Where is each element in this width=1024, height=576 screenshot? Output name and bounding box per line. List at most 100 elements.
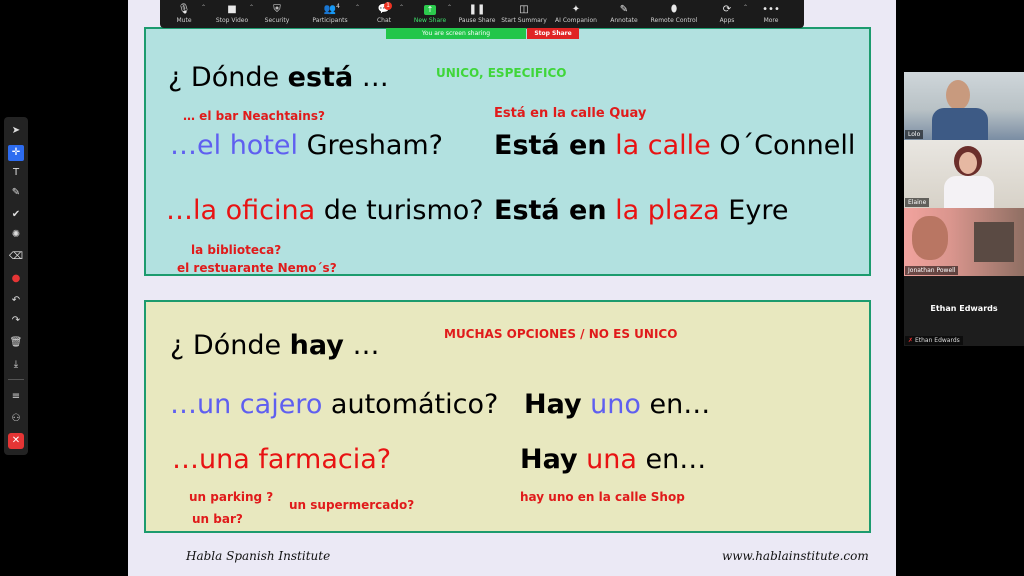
stamp-check-icon[interactable]: ✔ [8, 207, 24, 223]
video-camera-icon: ■ [227, 4, 237, 15]
question-bold: está [287, 62, 354, 93]
toolbar-label: Participants [312, 17, 348, 24]
redo-icon[interactable]: ↷ [8, 313, 24, 329]
participant-shirt [944, 176, 994, 208]
section-hay: ¿ Dónde hay … MUCHAS OPCIONES / NO ES UN… [144, 300, 871, 533]
toolbar-label: Annotate [610, 17, 638, 24]
question-suffix: … [353, 62, 389, 93]
menu-icon[interactable]: ≡ [8, 389, 24, 405]
uno-text: uno [581, 389, 641, 420]
vanishing-pen-icon[interactable]: ✺ [8, 227, 24, 243]
toolbar-remote-control-button[interactable]: ⬮ Remote Control [644, 0, 704, 28]
video-tile-elaine[interactable]: Elaine [904, 140, 1024, 208]
oficina-text: …la oficina [166, 195, 316, 226]
toolbar-participants-button[interactable]: 👥 Participants 4 ⌃ [298, 0, 362, 28]
gresham-text: Gresham? [298, 130, 444, 161]
apps-icon: ⟳ [722, 4, 732, 15]
participant-shirt [932, 108, 988, 140]
spotlight-icon[interactable]: ✛ [8, 145, 24, 161]
participant-name: Elaine [905, 198, 930, 207]
chevron-up-icon[interactable]: ⌃ [201, 4, 206, 11]
participant-count: 4 [336, 3, 340, 10]
save-icon[interactable]: ⤓ [8, 357, 24, 373]
chevron-up-icon[interactable]: ⌃ [249, 4, 254, 11]
pen-icon: ✎ [619, 4, 629, 15]
trash-icon[interactable]: 🗑 [8, 335, 24, 351]
video-tile-jonathan[interactable]: Jonathan Powell [904, 208, 1024, 276]
video-tile-lolo[interactable]: Lolo [904, 72, 1024, 140]
hint-library: la biblioteca? [191, 243, 282, 257]
participant-face [912, 216, 948, 260]
toolbar-start-summary-button[interactable]: ◫ Start Summary [500, 0, 548, 28]
share-arrow-icon: ↑ [423, 5, 437, 15]
row1-right: Está en la calle O´Connell [494, 130, 855, 161]
microphone-icon: 🎙 [177, 4, 191, 15]
una-text: una [577, 444, 637, 475]
hay-text: Hay [524, 389, 582, 420]
question-prefix: ¿ Dónde [170, 330, 290, 361]
toolbar-label: New Share [413, 17, 447, 24]
toolbar-annotate-button[interactable]: ✎ Annotate [604, 0, 644, 28]
participant-name-tag: ✗ Ethan Edwards [905, 336, 963, 345]
muted-mic-icon: ✗ [908, 337, 914, 344]
eraser-icon[interactable]: ⌫ [8, 249, 24, 265]
annotation-toolbar: ➤ ✛ T ✎ ✔ ✺ ⌫ ● ↶ ↷ 🗑 ⤓ ≡ ⚇ ✕ [4, 117, 28, 455]
question-suffix: … [343, 330, 380, 361]
toolbar-label: Chat [376, 17, 392, 24]
video-tile-ethan[interactable]: Ethan Edwards ✗ Ethan Edwards [904, 276, 1024, 346]
chevron-up-icon[interactable]: ⌃ [447, 4, 452, 11]
chevron-up-icon[interactable]: ⌃ [743, 4, 748, 11]
participant-face [946, 80, 970, 110]
toolbar-chat-button[interactable]: 💬 Chat 1 ⌃ [362, 0, 406, 28]
footer-institute: Habla Spanish Institute [186, 549, 331, 563]
oconnell-text: O´Connell [710, 130, 856, 161]
participants-icon: 👥 [323, 4, 337, 15]
toolbar-pause-share-button[interactable]: ❚❚ Pause Share [454, 0, 500, 28]
more-dots-icon: ••• [762, 4, 780, 15]
toolbar-more-button[interactable]: ••• More [750, 0, 792, 28]
row1-right: Hay uno en… [524, 389, 710, 420]
toolbar-apps-button[interactable]: ⟳ Apps ⌃ [704, 0, 750, 28]
row2-right: Hay una en… [520, 444, 706, 475]
undo-icon[interactable]: ↶ [8, 293, 24, 309]
hint-supermarket: un supermercado? [289, 498, 415, 512]
sparkle-icon: ✦ [571, 4, 581, 15]
toolbar-label: Security [264, 17, 290, 24]
participant-name: Jonathan Powell [905, 266, 959, 275]
toolbar-label: Mute [176, 17, 192, 24]
hint-shop: hay uno en la calle Shop [520, 490, 685, 504]
toolbar-label: More [763, 17, 779, 24]
toolbar-ai-companion-button[interactable]: ✦ AI Companion [548, 0, 604, 28]
hint-bar: … el bar Neachtains? [183, 109, 325, 123]
color-red-icon[interactable]: ● [8, 271, 24, 287]
draw-pen-icon[interactable]: ✎ [8, 185, 24, 201]
chevron-up-icon[interactable]: ⌃ [399, 4, 404, 11]
stop-share-button[interactable]: Stop Share [527, 28, 579, 39]
toolbar-label: Start Summary [501, 17, 547, 24]
en-text: en… [636, 444, 707, 475]
esta-en: Está en [494, 195, 607, 226]
row1-left: …un cajero automático? [170, 389, 498, 420]
chevron-up-icon[interactable]: ⌃ [355, 4, 360, 11]
pause-icon: ❚❚ [468, 4, 486, 15]
close-icon[interactable]: ✕ [8, 433, 24, 449]
shield-icon: ⛨ [273, 4, 281, 15]
toolbar-stop-video-button[interactable]: ■ Stop Video ⌃ [208, 0, 256, 28]
text-icon[interactable]: T [8, 165, 24, 181]
select-arrow-icon[interactable]: ➤ [8, 123, 24, 139]
row2-left: …una farmacia? [172, 444, 392, 475]
question-prefix: ¿ Dónde [168, 62, 288, 93]
toolbar-security-button[interactable]: ⛨ Security [256, 0, 298, 28]
summary-icon: ◫ [519, 4, 529, 15]
row2-right: Está en la plaza Eyre [494, 195, 788, 226]
calle-text: la calle [606, 130, 711, 161]
shared-slide: ¿ Dónde está … UNICO, ESPECIFICO … el ba… [128, 0, 896, 576]
toolbar-label: Apps [719, 17, 735, 24]
active-speaker-name: Ethan Edwards [930, 304, 998, 313]
participant-name: Lolo [905, 130, 924, 139]
toolbar-new-share-button[interactable]: ↑ New Share ⌃ [406, 0, 454, 28]
screen-sharing-banner: You are screen sharing [386, 28, 526, 39]
toolbar-mute-button[interactable]: 🎙 Mute ⌃ [160, 0, 208, 28]
participant-pen-icon[interactable]: ⚇ [8, 411, 24, 427]
toolbar-divider [8, 379, 24, 380]
